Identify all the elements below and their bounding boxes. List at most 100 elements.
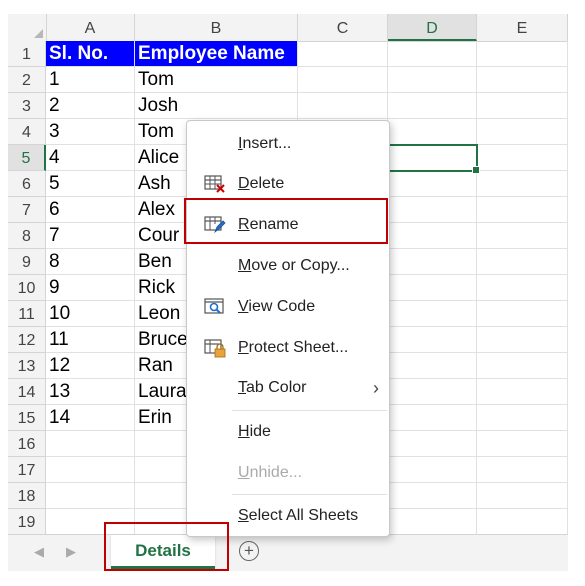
empty-cell[interactable]: [477, 301, 568, 327]
empty-cell[interactable]: [477, 145, 568, 171]
table-cell[interactable]: 1: [46, 67, 135, 93]
table-cell[interactable]: 14: [46, 405, 135, 431]
table-cell[interactable]: 4: [46, 145, 135, 171]
table-cell[interactable]: Josh: [135, 93, 298, 119]
row-header-1[interactable]: 1: [8, 41, 46, 67]
menu-item-tab-color[interactable]: Tab Color ›: [187, 370, 389, 406]
fill-handle[interactable]: [472, 166, 480, 174]
empty-cell[interactable]: [388, 249, 477, 275]
empty-cell[interactable]: [46, 483, 135, 509]
table-cell[interactable]: 10: [46, 301, 135, 327]
empty-cell[interactable]: [477, 197, 568, 223]
empty-cell[interactable]: [388, 457, 477, 483]
empty-cell[interactable]: [388, 405, 477, 431]
empty-cell[interactable]: [477, 67, 568, 93]
table-header-cell[interactable]: Sl. No.: [46, 41, 135, 67]
column-header-e[interactable]: E: [477, 14, 568, 41]
table-header-cell[interactable]: Employee Name: [135, 41, 298, 67]
empty-cell[interactable]: [388, 353, 477, 379]
menu-item-delete[interactable]: Delete: [187, 166, 389, 202]
menu-item-hide[interactable]: Hide: [187, 414, 389, 450]
table-cell[interactable]: 6: [46, 197, 135, 223]
empty-cell[interactable]: [388, 119, 477, 145]
empty-cell[interactable]: [388, 275, 477, 301]
empty-cell[interactable]: [388, 509, 477, 534]
empty-cell[interactable]: [477, 483, 568, 509]
table-cell[interactable]: 11: [46, 327, 135, 353]
empty-cell[interactable]: [477, 327, 568, 353]
row-header-9[interactable]: 9: [8, 249, 46, 275]
empty-cell[interactable]: [477, 431, 568, 457]
empty-cell[interactable]: [477, 353, 568, 379]
table-cell[interactable]: 2: [46, 93, 135, 119]
empty-cell[interactable]: [388, 483, 477, 509]
sheet-tab-details[interactable]: Details: [111, 535, 215, 569]
menu-item-insert[interactable]: Insert...: [187, 126, 389, 162]
table-cell[interactable]: 13: [46, 379, 135, 405]
empty-cell[interactable]: [477, 119, 568, 145]
empty-cell[interactable]: [388, 197, 477, 223]
empty-cell[interactable]: [388, 41, 477, 67]
table-cell[interactable]: 7: [46, 223, 135, 249]
row-header-10[interactable]: 10: [8, 275, 46, 301]
row-header-11[interactable]: 11: [8, 301, 46, 327]
empty-cell[interactable]: [388, 171, 477, 197]
empty-cell[interactable]: [46, 457, 135, 483]
empty-cell[interactable]: [388, 431, 477, 457]
table-cell[interactable]: 8: [46, 249, 135, 275]
row-header-6[interactable]: 6: [8, 171, 46, 197]
row-header-2[interactable]: 2: [8, 67, 46, 93]
empty-cell[interactable]: [477, 93, 568, 119]
empty-cell[interactable]: [477, 379, 568, 405]
add-sheet-icon[interactable]: +: [239, 541, 259, 561]
row-header-3[interactable]: 3: [8, 93, 46, 119]
active-cell-d5[interactable]: [387, 144, 480, 174]
empty-cell[interactable]: [477, 457, 568, 483]
empty-cell[interactable]: [388, 67, 477, 93]
row-header-18[interactable]: 18: [8, 483, 46, 509]
empty-cell[interactable]: [298, 93, 388, 119]
table-cell[interactable]: 3: [46, 119, 135, 145]
empty-cell[interactable]: [298, 41, 388, 67]
row-header-8[interactable]: 8: [8, 223, 46, 249]
row-header-5[interactable]: 5: [8, 145, 46, 171]
menu-item-view-code[interactable]: View Code: [187, 289, 389, 325]
empty-cell[interactable]: [388, 301, 477, 327]
row-header-17[interactable]: 17: [8, 457, 46, 483]
table-cell[interactable]: 5: [46, 171, 135, 197]
row-header-15[interactable]: 15: [8, 405, 46, 431]
row-header-7[interactable]: 7: [8, 197, 46, 223]
empty-cell[interactable]: [477, 405, 568, 431]
empty-cell[interactable]: [388, 93, 477, 119]
table-cell[interactable]: 12: [46, 353, 135, 379]
column-header-d[interactable]: D: [388, 14, 477, 41]
empty-cell[interactable]: [46, 509, 135, 534]
prev-sheet-icon[interactable]: ◀: [34, 544, 44, 560]
empty-cell[interactable]: [477, 41, 568, 67]
menu-item-move-copy[interactable]: Move or Copy...: [187, 248, 389, 284]
column-header-b[interactable]: B: [135, 14, 298, 41]
row-header-14[interactable]: 14: [8, 379, 46, 405]
empty-cell[interactable]: [388, 379, 477, 405]
row-header-19[interactable]: 19: [8, 509, 46, 534]
empty-cell[interactable]: [477, 249, 568, 275]
empty-cell[interactable]: [477, 275, 568, 301]
empty-cell[interactable]: [477, 223, 568, 249]
table-cell[interactable]: Tom: [135, 67, 298, 93]
empty-cell[interactable]: [477, 509, 568, 534]
row-header-4[interactable]: 4: [8, 119, 46, 145]
table-cell[interactable]: 9: [46, 275, 135, 301]
column-header-a[interactable]: A: [46, 14, 135, 41]
empty-cell[interactable]: [388, 223, 477, 249]
empty-cell[interactable]: [388, 327, 477, 353]
menu-item-select-all-sheets[interactable]: Select All Sheets: [187, 498, 389, 534]
menu-item-rename[interactable]: Rename: [187, 207, 389, 243]
row-header-13[interactable]: 13: [8, 353, 46, 379]
select-all-corner[interactable]: [8, 14, 47, 41]
empty-cell[interactable]: [298, 67, 388, 93]
column-header-c[interactable]: C: [298, 14, 388, 41]
row-header-12[interactable]: 12: [8, 327, 46, 353]
menu-item-protect-sheet[interactable]: Protect Sheet...: [187, 330, 389, 366]
empty-cell[interactable]: [46, 431, 135, 457]
empty-cell[interactable]: [477, 171, 568, 197]
